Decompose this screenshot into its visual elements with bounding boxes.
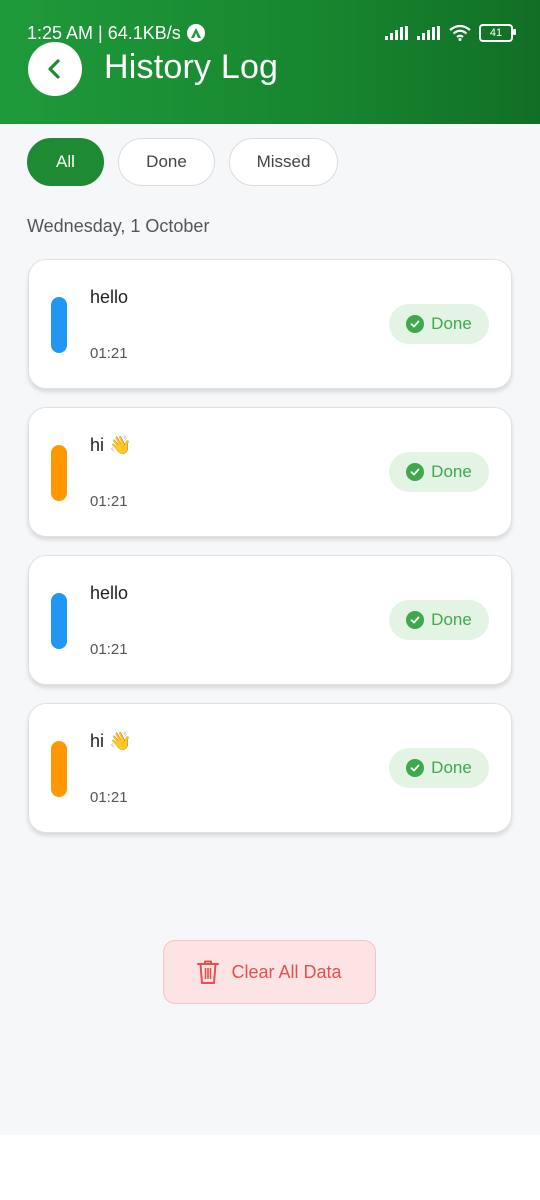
- status-bar: 1:25 AM | 64.1KB/s 41: [27, 20, 516, 46]
- status-badge: Done: [389, 452, 489, 492]
- date-heading: Wednesday, 1 October: [27, 216, 210, 236]
- battery-icon: 41: [479, 24, 516, 42]
- entry-color-bar: [51, 593, 67, 649]
- signal-icon: [417, 26, 440, 40]
- entry-title: hi 👋: [90, 435, 132, 455]
- bottom-area: [0, 1135, 540, 1200]
- status-label: Done: [431, 462, 472, 481]
- back-button[interactable]: [28, 42, 82, 96]
- status-badge: Done: [389, 600, 489, 640]
- clear-all-data-button[interactable]: Clear All Data: [163, 940, 376, 1004]
- status-badge: Done: [389, 304, 489, 344]
- filter-done-chip[interactable]: Done: [118, 138, 215, 186]
- wifi-icon: [449, 25, 471, 41]
- history-content: All Done Missed Wednesday, 1 October hel…: [0, 124, 540, 1135]
- entry-time: 01:21: [90, 345, 128, 362]
- battery-level: 41: [489, 27, 503, 39]
- filter-all-chip[interactable]: All: [27, 138, 104, 186]
- page-title: History Log: [104, 48, 279, 86]
- entry-title: hi 👋: [90, 731, 132, 751]
- entry-color-bar: [51, 297, 67, 353]
- history-entry-card[interactable]: hi 👋 01:21 Done: [28, 703, 512, 833]
- status-label: Done: [431, 610, 472, 629]
- entry-title: hello: [90, 287, 129, 307]
- status-label: Done: [431, 758, 472, 777]
- filter-chips: All Done Missed: [27, 138, 338, 186]
- entry-time: 01:21: [90, 789, 128, 806]
- app-header: 1:25 AM | 64.1KB/s 41 History Log: [0, 0, 540, 124]
- entry-title: hello: [90, 583, 129, 603]
- entry-time: 01:21: [90, 493, 128, 510]
- check-circle-icon: [406, 463, 425, 481]
- filter-missed-chip[interactable]: Missed: [229, 138, 338, 186]
- check-circle-icon: [406, 759, 425, 777]
- history-entry-card[interactable]: hi 👋 01:21 Done: [28, 407, 512, 537]
- entry-color-bar: [51, 445, 67, 501]
- history-entry-card[interactable]: hello 01:21 Done: [28, 555, 512, 685]
- check-circle-icon: [406, 315, 425, 333]
- signal-icon: [385, 26, 408, 40]
- entry-time: 01:21: [90, 641, 128, 658]
- status-time-speed: 1:25 AM | 64.1KB/s: [27, 22, 181, 43]
- history-entry-card[interactable]: hello 01:21 Done: [28, 259, 512, 389]
- status-label: Done: [431, 314, 472, 333]
- clear-all-data-label: Clear All Data: [231, 961, 342, 982]
- chevron-left-icon: [48, 59, 60, 79]
- status-badge: Done: [389, 748, 489, 788]
- trash-icon: [197, 960, 220, 984]
- network-app-icon: [186, 24, 205, 42]
- entry-color-bar: [51, 741, 67, 797]
- check-circle-icon: [406, 611, 425, 629]
